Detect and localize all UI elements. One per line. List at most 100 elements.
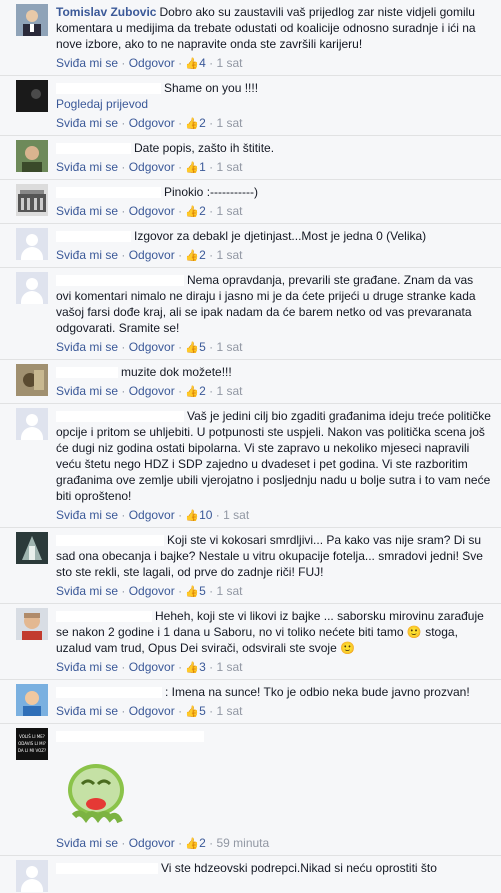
timestamp[interactable]: 1 sat (216, 584, 242, 598)
like-count[interactable]: 2 (199, 384, 206, 398)
reply-button[interactable]: Odgovor (129, 116, 175, 130)
comment-text: muzite dok možete!!! (121, 365, 232, 379)
timestamp[interactable]: 1 sat (216, 660, 242, 674)
comment-actions: Sviđa mi se · Odgovor · 👍5 · 1 sat (56, 584, 243, 598)
timestamp[interactable]: 1 sat (216, 384, 242, 398)
timestamp[interactable]: 1 sat (216, 116, 242, 130)
avatar[interactable]: VOLIŠ LI ME? ODAVIS LI MI? DA LI MI VOZ? (16, 728, 48, 760)
reply-button[interactable]: Odgovor (129, 248, 175, 262)
avatar[interactable] (16, 4, 48, 36)
like-button[interactable]: Sviđa mi se (56, 204, 118, 218)
like-button[interactable]: Sviđa mi se (56, 836, 118, 850)
like-count[interactable]: 5 (199, 584, 206, 598)
comment-text: Izgovor za debakl je djetinjast...Most j… (134, 229, 427, 243)
like-count[interactable]: 2 (199, 116, 206, 130)
reply-button[interactable]: Odgovor (129, 660, 175, 674)
svg-text:DA LI MI VOZ?: DA LI MI VOZ? (18, 748, 46, 753)
reply-button[interactable]: Odgovor (129, 160, 175, 174)
like-count[interactable]: 2 (199, 204, 206, 218)
svg-text:VOLIŠ LI ME?: VOLIŠ LI ME? (19, 734, 45, 739)
comment-text: Vaš je jedini cilj bio zgaditi građanima… (56, 409, 491, 503)
like-count[interactable]: 5 (199, 704, 206, 718)
timestamp[interactable]: 1 sat (216, 160, 242, 174)
timestamp[interactable]: 1 sat (216, 704, 242, 718)
avatar[interactable] (16, 228, 48, 260)
like-button[interactable]: Sviđa mi se (56, 384, 118, 398)
reply-button[interactable]: Odgovor (129, 56, 175, 70)
reply-button[interactable]: Odgovor (129, 384, 175, 398)
avatar[interactable] (16, 184, 48, 216)
comment-feed: Tomislav Zubovic Dobro ako su zaustavili … (0, 0, 501, 893)
thumbs-up-icon: 👍 (185, 510, 200, 522)
like-button[interactable]: Sviđa mi se (56, 160, 118, 174)
like-count[interactable]: 4 (199, 56, 206, 70)
thumbs-up-icon: 👍 (185, 838, 200, 850)
comment: Vaš je jedini cilj bio zgaditi građanima… (0, 403, 501, 527)
author-redacted (56, 187, 161, 199)
thumbs-up-icon: 👍 (185, 206, 200, 218)
reply-button[interactable]: Odgovor (129, 704, 175, 718)
comment: Shame on you !!!! Pogledaj prijevod Sviđ… (0, 75, 501, 135)
comment-actions: Sviđa mi se · Odgovor · 👍3 · 1 sat (56, 660, 243, 674)
timestamp[interactable]: 1 sat (216, 340, 242, 354)
like-button[interactable]: Sviđa mi se (56, 704, 118, 718)
author-redacted (56, 731, 204, 743)
see-translation-link[interactable]: Pogledaj prijevod (56, 97, 148, 111)
svg-text:ODAVIS LI MI?: ODAVIS LI MI? (18, 741, 46, 746)
avatar[interactable] (16, 684, 48, 716)
smile-icon: 🙂 (340, 641, 356, 655)
thumbs-up-icon: 👍 (185, 586, 200, 598)
timestamp[interactable]: 59 minuta (216, 836, 269, 850)
comment: muzite dok možete!!! Sviđa mi se · Odgov… (0, 359, 501, 403)
like-button[interactable]: Sviđa mi se (56, 660, 118, 674)
avatar[interactable] (16, 272, 48, 304)
like-button[interactable]: Sviđa mi se (56, 340, 118, 354)
avatar[interactable] (16, 860, 48, 892)
like-button[interactable]: Sviđa mi se (56, 584, 118, 598)
thumbs-up-icon: 👍 (185, 58, 200, 70)
like-count[interactable]: 2 (199, 836, 206, 850)
timestamp[interactable]: 1 sat (216, 248, 242, 262)
like-count[interactable]: 5 (199, 340, 206, 354)
timestamp[interactable]: 1 sat (216, 56, 242, 70)
like-count[interactable]: 2 (199, 248, 206, 262)
author-redacted (56, 535, 164, 547)
like-button[interactable]: Sviđa mi se (56, 116, 118, 130)
thumbs-up-icon: 👍 (185, 250, 200, 262)
comment-actions: Sviđa mi se · Odgovor · 👍5 · 1 sat (56, 340, 243, 354)
author-redacted (56, 411, 184, 423)
comment-actions: Sviđa mi se · Odgovor · 👍10 · 1 sat (56, 508, 250, 522)
comment: Nema opravdanja, prevarili ste građane. … (0, 267, 501, 359)
reply-button[interactable]: Odgovor (129, 508, 175, 522)
like-count[interactable]: 1 (199, 160, 206, 174)
avatar[interactable] (16, 80, 48, 112)
comment: Vi ste hdzeovski podrepci.Nikad si neću … (0, 855, 501, 893)
smile-icon: 🙂 (406, 625, 422, 639)
avatar[interactable] (16, 532, 48, 564)
avatar[interactable] (16, 140, 48, 172)
like-button[interactable]: Sviđa mi se (56, 56, 118, 70)
comment-text: Date popis, zašto ih štitite. (134, 141, 275, 155)
comment: Date popis, zašto ih štitite. Sviđa mi s… (0, 135, 501, 179)
thumbs-up-icon: 👍 (185, 662, 200, 674)
comment-author[interactable]: Tomislav Zubovic (56, 5, 156, 19)
like-button[interactable]: Sviđa mi se (56, 248, 118, 262)
like-button[interactable]: Sviđa mi se (56, 508, 118, 522)
reply-button[interactable]: Odgovor (129, 584, 175, 598)
timestamp[interactable]: 1 sat (223, 508, 249, 522)
comment: Tomislav Zubovic Dobro ako su zaustavili … (0, 0, 501, 75)
like-count[interactable]: 10 (199, 508, 212, 522)
sick-face-sticker[interactable] (56, 752, 136, 832)
avatar[interactable] (16, 408, 48, 440)
thumbs-up-icon: 👍 (185, 118, 200, 130)
like-count[interactable]: 3 (199, 660, 206, 674)
reply-button[interactable]: Odgovor (129, 836, 175, 850)
thumbs-up-icon: 👍 (185, 386, 200, 398)
comment-text: Shame on you !!!! (164, 81, 259, 95)
timestamp[interactable]: 1 sat (216, 204, 242, 218)
avatar[interactable] (16, 608, 48, 640)
avatar[interactable] (16, 364, 48, 396)
author-redacted (56, 275, 184, 287)
reply-button[interactable]: Odgovor (129, 340, 175, 354)
reply-button[interactable]: Odgovor (129, 204, 175, 218)
